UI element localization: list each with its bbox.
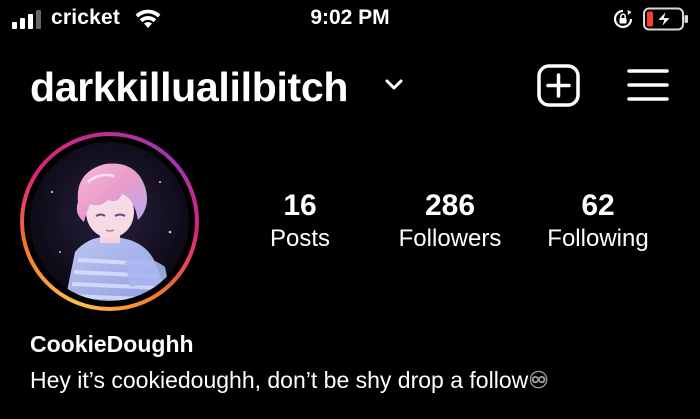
bio-text: Hey it’s cookiedoughh, don’t be shy drop… (30, 365, 549, 395)
chevron-down-icon[interactable] (384, 78, 404, 92)
plus-square-icon[interactable] (537, 64, 580, 107)
avatar[interactable] (30, 142, 189, 301)
following-label: Following (547, 225, 649, 252)
followers-label: Followers (398, 225, 502, 252)
following-count: 62 (581, 189, 615, 222)
posts-stat[interactable]: 16 Posts (225, 188, 375, 254)
rotation-lock-icon (613, 9, 633, 29)
followers-stat[interactable]: 286 Followers (375, 188, 525, 254)
story-ring[interactable] (20, 132, 199, 311)
clock: 9:02 PM (310, 6, 390, 29)
profile-username[interactable]: darkkillualilbitch (30, 62, 348, 112)
status-bar: cricket 9:02 PM (0, 0, 700, 40)
infinity-icon: ♾ (528, 367, 549, 393)
bio-body: Hey it’s cookiedoughh, don’t be shy drop… (30, 367, 529, 393)
posts-count: 16 (283, 189, 317, 222)
followers-count: 286 (424, 189, 476, 222)
following-stat[interactable]: 62 Following (523, 188, 673, 254)
hamburger-menu-icon[interactable] (627, 67, 669, 103)
battery-charging-icon (643, 7, 688, 31)
display-name: CookieDoughh (30, 331, 194, 357)
posts-label: Posts (269, 225, 331, 252)
